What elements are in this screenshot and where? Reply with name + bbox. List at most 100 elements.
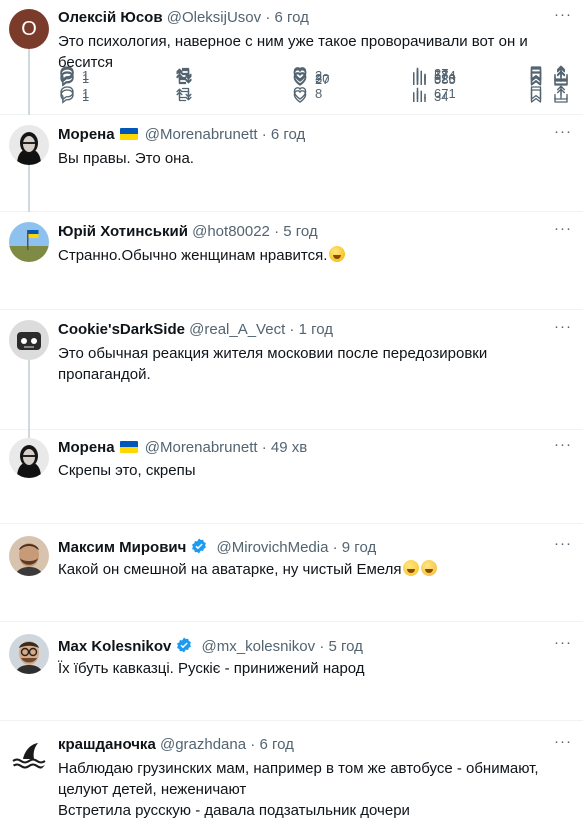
post-header: Морена @Morenabrunett · 6 год — [58, 125, 543, 145]
like-button[interactable]: 27 — [291, 69, 329, 89]
like-button[interactable] — [291, 86, 315, 106]
user-handle[interactable]: @real_A_Vect — [189, 321, 285, 338]
retweet-button[interactable] — [175, 86, 199, 106]
avatar[interactable] — [9, 222, 49, 262]
post-time[interactable]: 6 год — [271, 126, 305, 143]
post-text: Їх їбуть кавказці. Рускіє - принижений н… — [58, 658, 569, 679]
view-count: 34 — [434, 88, 449, 104]
share-icon — [554, 88, 568, 103]
post-time[interactable]: 6 год — [259, 736, 293, 753]
avatar-letter: О — [21, 17, 37, 40]
post-text-line: Наблюдаю грузинских мам, например в том … — [58, 760, 539, 798]
more-options-icon[interactable]: ··· — [553, 536, 573, 557]
avatar[interactable] — [9, 634, 49, 674]
post-text: Наблюдаю грузинских мам, например в том … — [58, 758, 569, 821]
avatar[interactable]: О — [9, 9, 49, 49]
thread-line — [28, 360, 30, 438]
views-button[interactable]: 34 — [410, 86, 448, 106]
yawning-face-emoji — [329, 246, 346, 262]
post-text: Странно.Обычно женщинам нравится. — [58, 245, 569, 266]
post-actions: 1 34 — [58, 86, 573, 106]
separator-dot: · — [332, 539, 342, 556]
views-chart-icon — [413, 73, 426, 85]
like-count: 27 — [315, 71, 330, 87]
post-header: Олексій Юсов @OleksijUsov · 6 год — [58, 8, 543, 28]
post-text-line-2: Встретила русскую - давала подзатыльник … — [58, 802, 410, 819]
avatar[interactable] — [9, 320, 49, 360]
more-options-icon[interactable]: ··· — [553, 437, 573, 458]
reply-button[interactable] — [58, 69, 82, 89]
more-options-icon[interactable]: ··· — [553, 7, 573, 28]
post-text-line: Вы правы. Это она. — [58, 150, 194, 167]
display-name[interactable]: Олексій Юсов — [58, 9, 163, 26]
display-name[interactable]: Морена — [58, 439, 115, 456]
separator-dot: · — [289, 321, 299, 338]
post-text: Какой он смешной на аватарке, ну чистый … — [58, 559, 569, 580]
display-name[interactable]: крашданочка — [58, 736, 156, 753]
more-options-icon[interactable]: ··· — [553, 221, 573, 242]
verified-badge-icon — [175, 636, 193, 656]
avatar[interactable] — [9, 125, 49, 165]
post-text-line: Странно.Обычно женщинам нравится. — [58, 247, 328, 264]
post-header: крашданочка @grazhdana · 6 год — [58, 735, 543, 755]
display-name[interactable]: Cookie'sDarkSide — [58, 321, 185, 338]
share-button[interactable] — [552, 86, 570, 106]
separator-dot: · — [274, 223, 284, 240]
views-button[interactable]: 585 — [410, 69, 456, 89]
post-actions: 27 585 — [58, 69, 573, 89]
more-options-icon[interactable]: ··· — [553, 124, 573, 145]
bookmark-button[interactable] — [527, 86, 545, 106]
user-handle[interactable]: @mx_kolesnikov — [202, 638, 316, 655]
avatar[interactable] — [9, 733, 49, 773]
post-text: Скрепы это, скрепы — [58, 460, 569, 481]
post-text-line: Это обычная реакция жителя московии посл… — [58, 345, 488, 383]
retweet-button[interactable] — [175, 69, 199, 89]
user-handle[interactable]: @grazhdana — [160, 736, 246, 753]
post-header: Cookie'sDarkSide @real_A_Vect · 1 год — [58, 320, 543, 340]
display-name[interactable]: Максим Мирович — [58, 539, 186, 556]
retweet-icon — [176, 90, 192, 102]
user-handle[interactable]: @Morenabrunett — [145, 126, 258, 143]
heart-icon — [293, 73, 307, 86]
post-text-line: Скрепы это, скрепы — [58, 462, 196, 479]
grinning-face-emoji — [403, 560, 420, 576]
avatar[interactable] — [9, 438, 49, 478]
post-header: Морена @Morenabrunett · 49 хв — [58, 438, 543, 458]
share-icon — [554, 71, 568, 86]
hand-over-mouth-emoji — [421, 560, 438, 576]
thread-line — [28, 165, 30, 212]
display-name[interactable]: Юрій Хотинський — [58, 223, 188, 240]
reply-count: 1 — [82, 88, 90, 104]
avatar[interactable] — [9, 536, 49, 576]
separator-dot: · — [319, 638, 329, 655]
user-handle[interactable]: @OleksijUsov — [167, 9, 261, 26]
retweet-icon — [176, 73, 192, 85]
post-time[interactable]: 5 год — [283, 223, 317, 240]
post-time[interactable]: 1 год — [299, 321, 333, 338]
post-text-line: Какой он смешной на аватарке, ну чистый … — [58, 561, 402, 578]
user-handle[interactable]: @Morenabrunett — [145, 439, 258, 456]
verified-badge-icon — [190, 537, 208, 557]
separator-dot: · — [261, 126, 271, 143]
view-count: 585 — [434, 71, 456, 87]
more-options-icon[interactable]: ··· — [553, 734, 573, 755]
more-options-icon[interactable]: ··· — [553, 319, 573, 340]
reply-icon — [60, 89, 74, 104]
user-handle[interactable]: @MirovichMedia — [217, 539, 329, 556]
post-text: Вы правы. Это она. — [58, 148, 569, 169]
user-handle[interactable]: @hot80022 — [192, 223, 270, 240]
share-button[interactable] — [552, 69, 570, 89]
display-name[interactable]: Морена — [58, 126, 115, 143]
reply-button[interactable]: 1 — [58, 86, 89, 106]
post-time[interactable]: 5 год — [329, 638, 363, 655]
post-time[interactable]: 49 хв — [271, 439, 307, 456]
post-time[interactable]: 9 год — [342, 539, 376, 556]
bookmark-icon — [530, 89, 542, 103]
post-text-line: Їх їбуть кавказці. Рускіє - принижений н… — [58, 660, 365, 677]
bookmark-button[interactable] — [527, 69, 545, 89]
more-options-icon[interactable]: ··· — [553, 635, 573, 656]
post-time[interactable]: 6 год — [274, 9, 308, 26]
display-name[interactable]: Max Kolesnikov — [58, 638, 171, 655]
post-header: Максим Мирович @MirovichMedia · 9 год — [58, 537, 543, 557]
heart-icon — [293, 90, 307, 103]
